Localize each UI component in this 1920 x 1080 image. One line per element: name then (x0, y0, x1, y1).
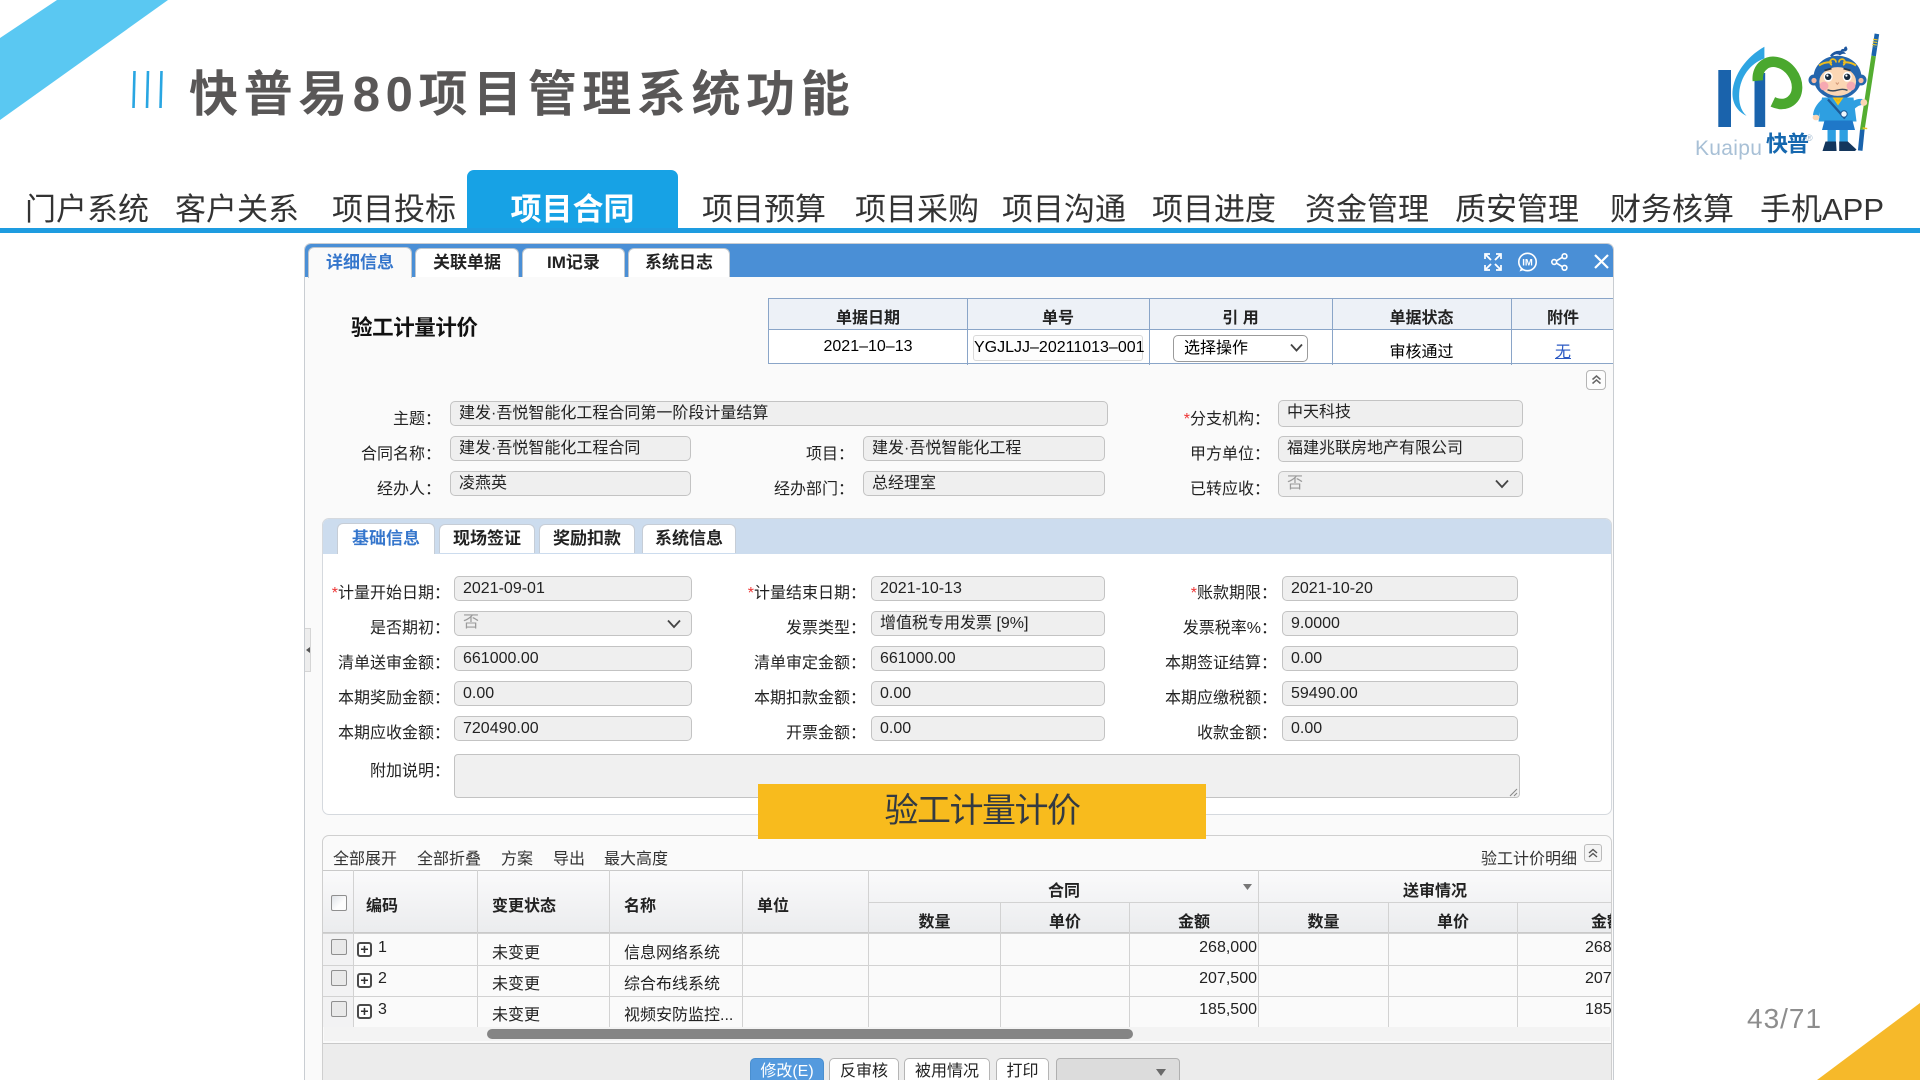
svg-text:IM: IM (1522, 258, 1533, 269)
svg-text:Kuaipu: Kuaipu (1695, 137, 1762, 160)
svg-text:快普: 快普 (1766, 127, 1809, 159)
svg-text:®: ® (1806, 133, 1813, 143)
